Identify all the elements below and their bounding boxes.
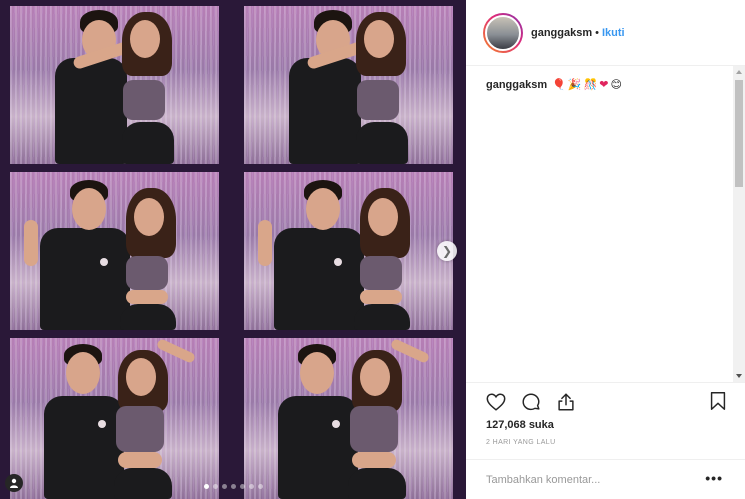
caption-username[interactable]: ganggaksm (486, 79, 547, 91)
carousel-dot (249, 484, 254, 489)
heart-emoji: ❤ (599, 78, 609, 91)
post-caption: ganggaksm 🎈 🎉 🎊 ❤ 😊 (486, 78, 624, 91)
username-link[interactable]: ganggaksm (531, 27, 592, 39)
photo-strip-left (10, 6, 219, 499)
photo-strip-right (244, 6, 453, 499)
chevron-right-icon: ❯ (441, 244, 453, 258)
photo-frame (10, 6, 219, 164)
avatar[interactable] (483, 12, 523, 53)
actions-divider (466, 382, 745, 411)
post-header: ganggaksm • Ikuti (466, 0, 745, 66)
avatar-image (485, 14, 521, 51)
comment-bubble-icon[interactable] (520, 391, 542, 413)
confetti-emoji: 🎊 (583, 78, 598, 91)
carousel-dot (222, 484, 227, 489)
smile-emoji: 😊 (610, 78, 622, 91)
post-sidebar: ganggaksm • Ikuti ganggaksm 🎈 🎉 🎊 ❤ 😊 12… (466, 0, 745, 499)
user-tag-icon (10, 478, 18, 488)
carousel-dot (240, 484, 245, 489)
balloon-emoji: 🎈 (552, 78, 566, 91)
user-tag-button[interactable] (5, 474, 23, 492)
carousel-dot (213, 484, 218, 489)
carousel-indicator (204, 484, 263, 489)
bookmark-icon[interactable] (707, 390, 729, 412)
photo-frame (244, 6, 453, 164)
action-bar (485, 391, 577, 413)
photo-frame (244, 172, 453, 330)
scroll-up-arrow[interactable] (736, 70, 742, 74)
follow-button[interactable]: Ikuti (602, 27, 625, 39)
comment-bar (466, 459, 745, 499)
post-photo[interactable]: ❯ (0, 0, 466, 499)
scroll-thumb[interactable] (735, 80, 743, 187)
heart-icon[interactable] (485, 391, 507, 413)
photo-frame (244, 338, 453, 499)
share-icon[interactable] (555, 391, 577, 413)
carousel-dot (231, 484, 236, 489)
photo-frame (10, 338, 219, 499)
party-popper-emoji: 🎉 (567, 78, 582, 91)
like-count[interactable]: 127,068 suka (486, 419, 554, 431)
comments-scrollbar[interactable] (733, 66, 745, 382)
comment-input[interactable] (486, 473, 686, 486)
carousel-dot (258, 484, 263, 489)
carousel-dot (204, 484, 209, 489)
instagram-post: ❯ ganggaksm • Ikuti ganggaksm 🎈 🎉 🎊 ❤ 😊 … (0, 0, 745, 499)
more-options-button[interactable]: ••• (705, 470, 723, 486)
scroll-down-arrow[interactable] (736, 374, 742, 378)
separator: • (595, 26, 599, 39)
photo-frame (10, 172, 219, 330)
next-slide-button[interactable]: ❯ (437, 241, 457, 261)
post-timestamp[interactable]: 2 HARI YANG LALU (486, 439, 556, 446)
